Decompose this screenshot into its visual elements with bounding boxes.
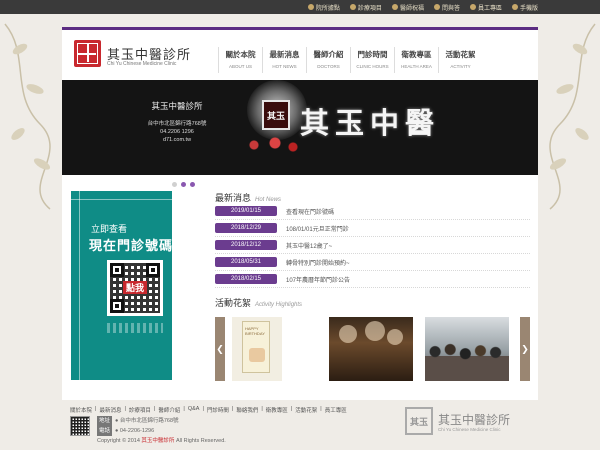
qr-finder-bl [110, 299, 124, 313]
doctor-icon [391, 4, 398, 10]
promo-divider-v [79, 191, 80, 380]
utility-link-treatments[interactable]: 診療項目 [349, 3, 382, 12]
news-item[interactable]: 2018/12/12 其玉中醫12歲了~ [215, 237, 530, 254]
balloon [365, 321, 385, 341]
footer-link[interactable]: 聯絡我們 [236, 406, 258, 414]
footer-link[interactable]: 最新消息 [99, 406, 121, 414]
news-list: 2019/01/15 查看現在門診號碼 2018/12/29 108/01/01元旦… [215, 203, 530, 288]
main-nav: 關於本院 ABOUT US 最新消息 HOT NEWS 醫師介紹 DOCTORS 門診… [218, 47, 482, 73]
balloon [339, 325, 357, 343]
seal-icon [77, 43, 98, 64]
carousel-dot-1[interactable] [172, 182, 177, 187]
chevron-right-icon[interactable]: ❯ [520, 317, 530, 381]
promo-divider-h [71, 199, 172, 200]
nav-item-news[interactable]: 最新消息 HOT NEWS [262, 47, 306, 73]
banner-seal: 其玉 [262, 100, 290, 130]
news-item[interactable]: 2018/12/29 108/01/01元旦正常門診 [215, 220, 530, 237]
activity-photo-party[interactable] [329, 317, 413, 381]
footer-brand-name: 其玉中醫診所 [438, 413, 511, 427]
nav-item-about[interactable]: 關於本院 ABOUT US [218, 47, 262, 73]
footer-link[interactable]: 員工專區 [325, 406, 347, 414]
birthday-card: HAPPY BIRTHDAY [242, 321, 270, 373]
banner-sign: 其玉中醫 [300, 106, 441, 140]
qr-code[interactable]: 點我 [107, 260, 163, 316]
footer-contact: 地址 ● 台中市北區錦行路768號 電話 ● 04-2206-1296 Copyri… [97, 416, 226, 444]
footer-link[interactable]: Q&A [188, 406, 200, 414]
qr-finder-tr [146, 263, 160, 277]
news-title[interactable]: 107年農曆年節門診公告 [286, 275, 350, 284]
nav-item-health[interactable]: 衛教專區 HEALTH AREA [394, 47, 438, 73]
news-date: 2018/12/29 [215, 223, 277, 233]
footer-link[interactable]: 診療項目 [129, 406, 151, 414]
carousel-dot-2[interactable] [181, 182, 186, 187]
banner-info: 其玉中醫診所 台中市北區錦行路768號 04.2206 1296 d71.com… [122, 100, 232, 144]
news-item[interactable]: 2018/05/31 轉骨特別門診開始預約~ [215, 254, 530, 271]
qa-icon [433, 4, 440, 10]
promo-line-1: 立即查看 [91, 224, 128, 234]
utility-link-mobile[interactable]: 手機版 [511, 3, 538, 12]
cake-illustration [249, 348, 265, 362]
plus-icon [349, 4, 356, 10]
mobile-icon [511, 4, 518, 10]
footer-brand-subtitle: Chi Yu Chinese Medicine Clinic [438, 427, 501, 432]
utility-link-qa[interactable]: 問與答 [433, 3, 460, 12]
floral-decoration-left [4, 23, 51, 210]
news-title[interactable]: 轉骨特別門診開始預約~ [286, 258, 350, 267]
balloon [387, 329, 403, 345]
news-title[interactable]: 查看現在門診號碼 [286, 207, 334, 216]
brand-subtitle: Chi Yu Chinese Medicine Clinic [107, 61, 177, 67]
chevron-left-icon[interactable]: ❮ [215, 317, 225, 381]
utility-link-doctors[interactable]: 醫師祝福 [391, 3, 424, 12]
clinic-logo[interactable] [74, 40, 101, 67]
utility-links: 院所據點 診療項目 醫師祝福 問與答 員工專區 手機版 [307, 0, 538, 14]
carousel-dot-3[interactable] [190, 182, 195, 187]
banner-clinic-name: 其玉中醫診所 [151, 101, 203, 111]
main-panel: 其玉中醫診所 Chi Yu Chinese Medicine Clinic 關於… [62, 30, 538, 400]
footer-link[interactable]: 關於本院 [70, 406, 92, 414]
news-item[interactable]: 2018/02/15 107年農曆年節門診公告 [215, 271, 530, 288]
news-date: 2018/02/15 [215, 274, 277, 284]
news-date: 2019/01/15 [215, 206, 277, 216]
banner-address: 台中市北區錦行路768號 [147, 121, 207, 127]
qr-finder-tl [110, 263, 124, 277]
news-title[interactable]: 108/01/01元旦正常門診 [286, 224, 349, 233]
floral-decoration-right [549, 23, 596, 210]
activity-photo-birthday[interactable]: HAPPY BIRTHDAY [232, 317, 282, 381]
news-date: 2018/12/12 [215, 240, 277, 250]
utility-link-locations[interactable]: 院所據點 [307, 3, 340, 12]
footer-link[interactable]: 活動花絮 [295, 406, 317, 414]
staff-icon [469, 4, 476, 10]
footer-link[interactable]: 醫師介紹 [158, 406, 180, 414]
news-title[interactable]: 其玉中醫12歲了~ [286, 241, 332, 250]
news-date: 2018/05/31 [215, 257, 277, 267]
hero-banner[interactable]: 其玉中醫診所 台中市北區錦行路768號 04.2206 1296 d71.com… [62, 80, 538, 175]
promo-decoration-bars [107, 323, 163, 333]
top-utility-bar: 院所據點 診療項目 醫師祝福 問與答 員工專區 手機版 [0, 0, 600, 14]
carousel-dots [172, 182, 195, 187]
activity-photo-group[interactable] [425, 317, 509, 381]
banner-url: d71.com.tw [162, 137, 192, 143]
activity-carousel: ❮ HAPPY BIRTHDAY ❯ [215, 317, 530, 381]
red-flowers [242, 135, 302, 155]
nav-item-hours[interactable]: 門診時間 CLINIC HOURS [350, 47, 394, 73]
nav-item-doctors[interactable]: 醫師介紹 DOCTORS [306, 47, 350, 73]
footer-qr-code [70, 416, 90, 436]
news-item[interactable]: 2019/01/15 查看現在門診號碼 [215, 203, 530, 220]
clinic-number-promo[interactable]: 立即查看 現在門診號碼 點我 [71, 191, 172, 380]
group-people [425, 339, 509, 381]
footer-link[interactable]: 門診時間 [207, 406, 229, 414]
banner-phone: 04.2206 1296 [160, 129, 194, 135]
footer-link[interactable]: 衛教專區 [266, 406, 288, 414]
utility-link-staff[interactable]: 員工專區 [469, 3, 502, 12]
qr-click-tag[interactable]: 點我 [123, 281, 147, 294]
footer-logo: 其玉 [405, 407, 433, 435]
activity-section-title: 活動花絮 Activity Highlights [215, 298, 303, 308]
nav-item-activity[interactable]: 活動花絮 ACTIVITY [438, 47, 482, 73]
footer: 關於本院 | 最新消息 | 診療項目 | 醫師介紹 | Q&A | 門診時間 | 聯絡我們 |… [62, 400, 538, 450]
location-icon [307, 4, 314, 10]
footer-links: 關於本院 | 最新消息 | 診療項目 | 醫師介紹 | Q&A | 門診時間 | 聯絡我們 |… [70, 406, 347, 414]
promo-line-2: 現在門診號碼 [89, 238, 172, 253]
